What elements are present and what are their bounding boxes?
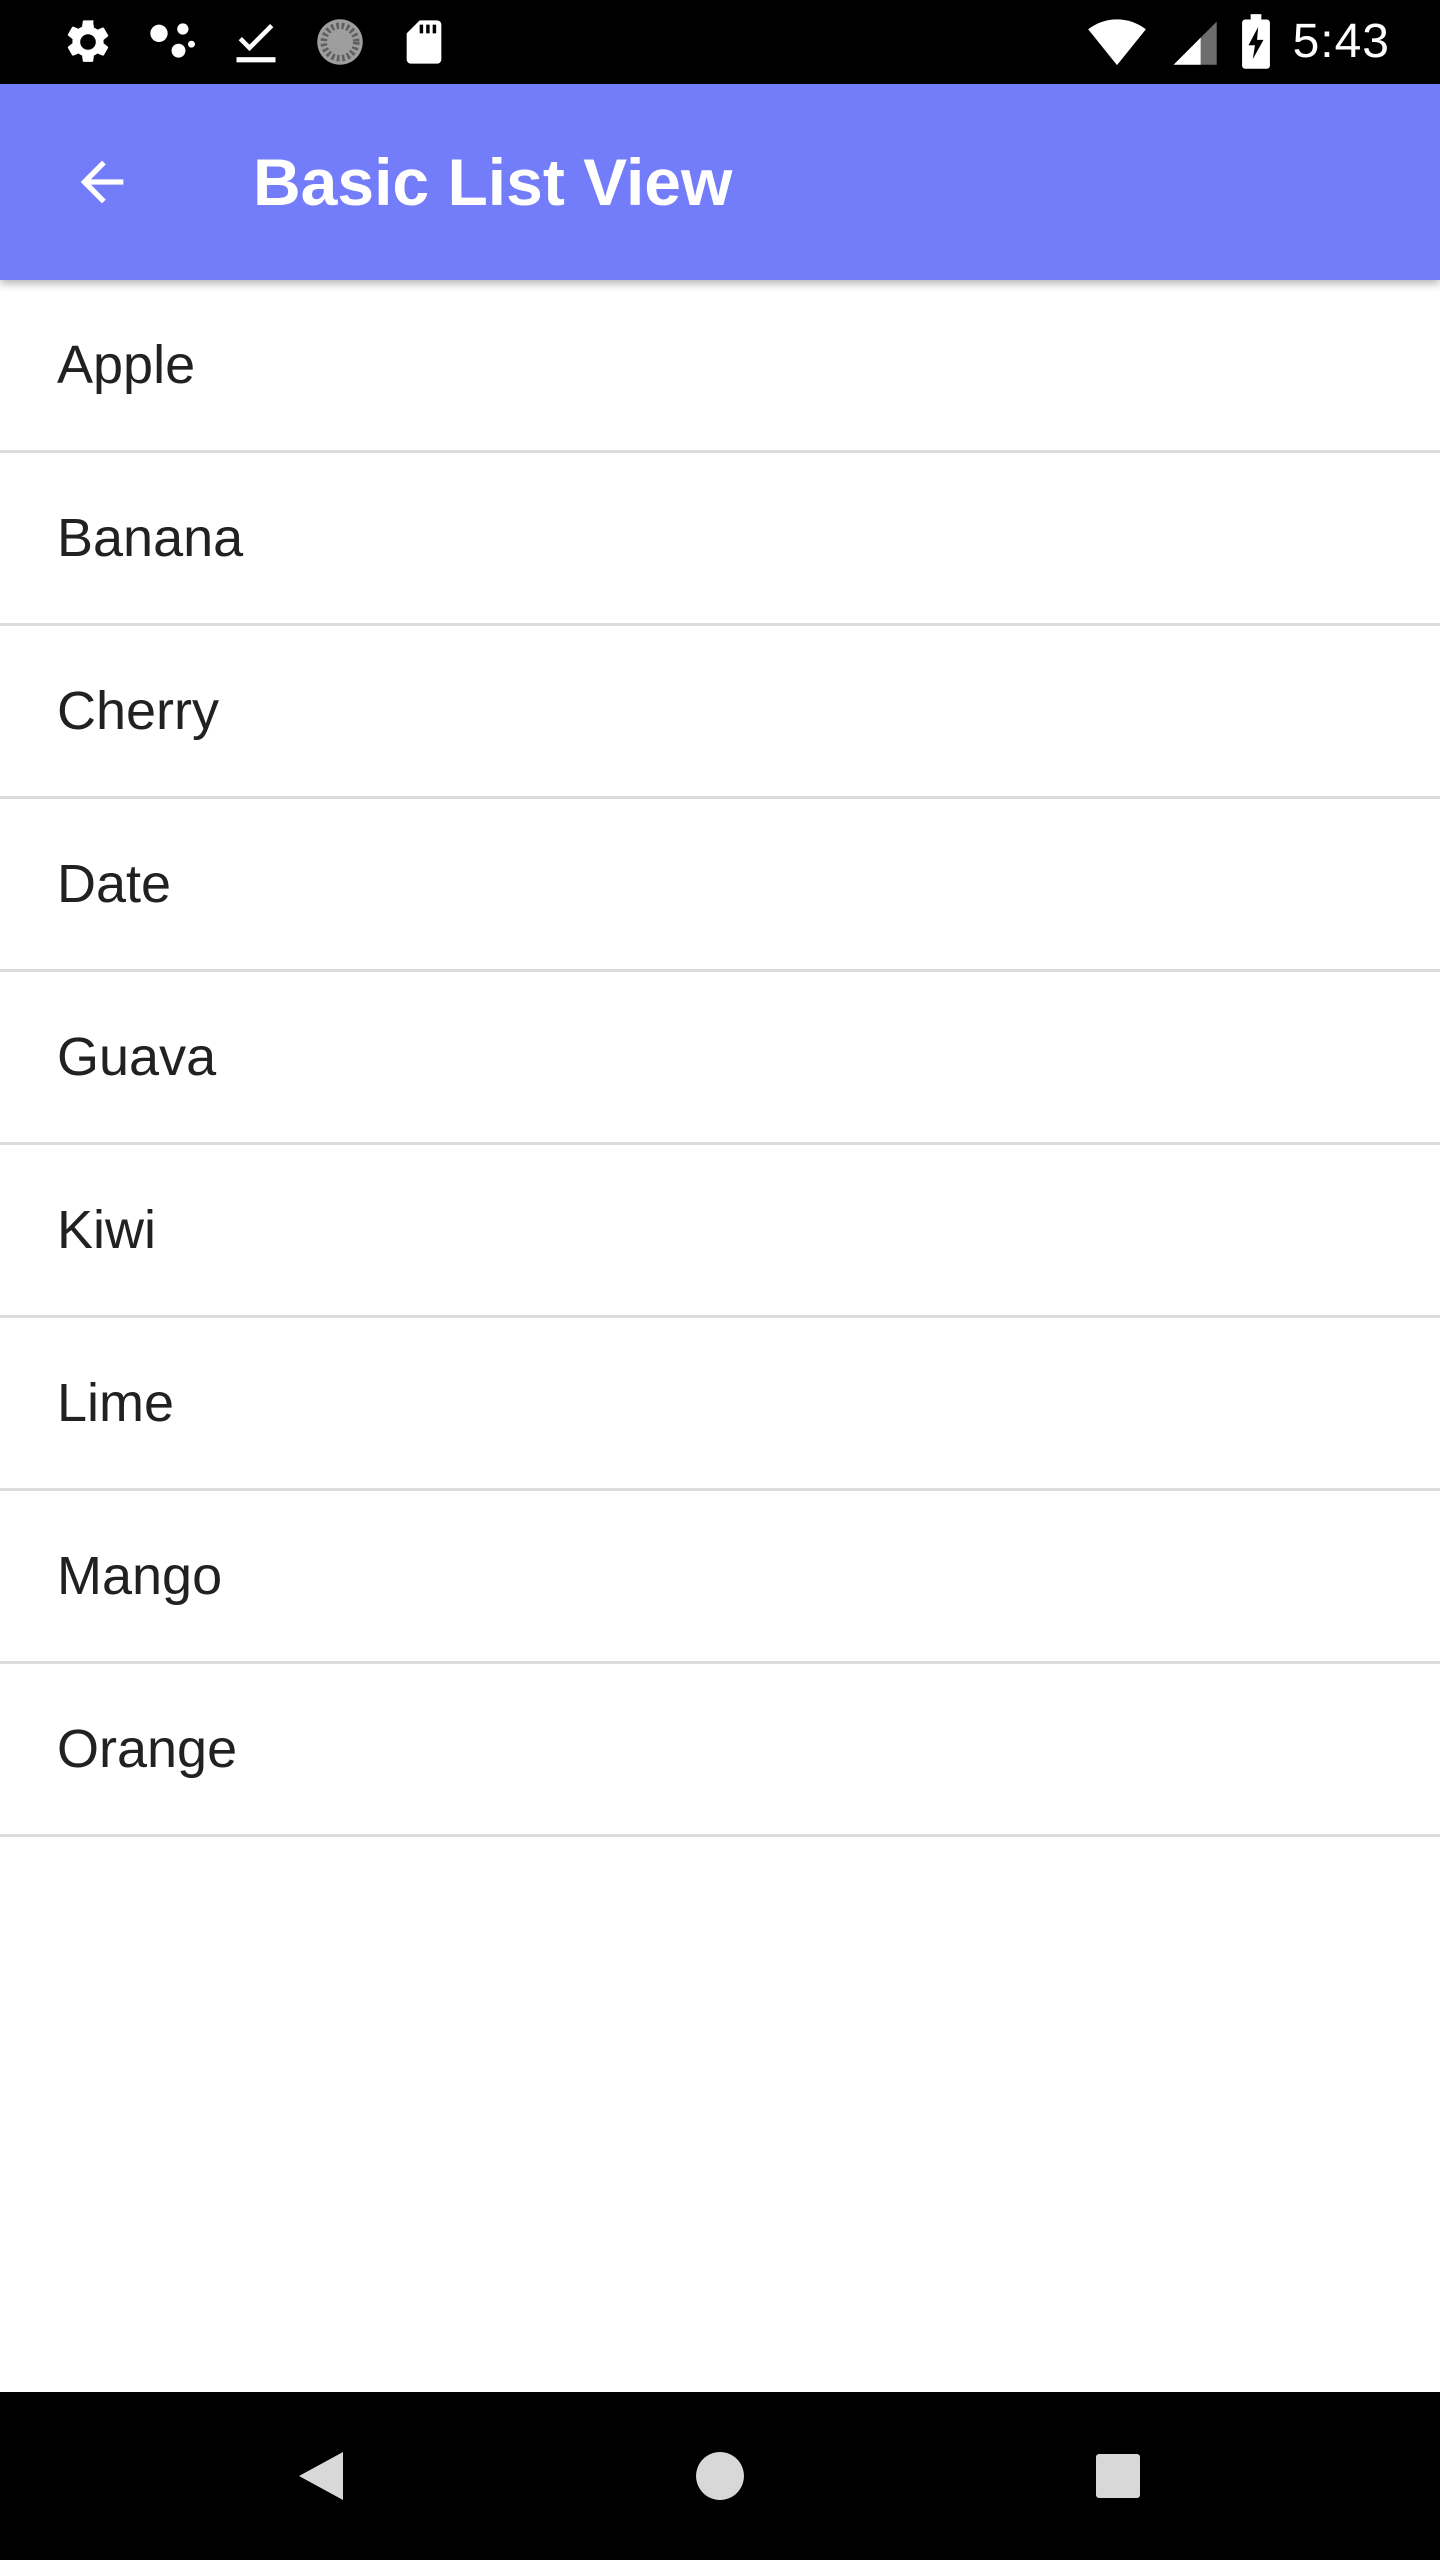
status-bar: 5:43 [0, 0, 1440, 84]
download-done-icon [230, 16, 282, 68]
list-item-label: Guava [57, 1027, 217, 1087]
nav-back-icon [299, 2452, 343, 2500]
battery-charging-icon [1241, 14, 1271, 70]
wifi-icon [1087, 14, 1147, 70]
list-item-label: Kiwi [57, 1200, 157, 1260]
nav-back-button[interactable] [268, 2424, 372, 2528]
app-bar: Basic List View [0, 84, 1440, 280]
list-item[interactable]: Guava [0, 972, 1440, 1145]
sd-card-icon [398, 16, 450, 68]
list-item-label: Cherry [57, 681, 220, 741]
list-item-label: Orange [57, 1719, 238, 1779]
list-item[interactable]: Banana [0, 453, 1440, 626]
list-item-label: Lime [57, 1373, 175, 1433]
sync-progress-icon [314, 16, 366, 68]
page-title: Basic List View [253, 145, 733, 219]
list-item[interactable]: Mango [0, 1491, 1440, 1664]
list-item[interactable]: Apple [0, 280, 1440, 453]
list-item[interactable]: Kiwi [0, 1145, 1440, 1318]
list-item[interactable]: Orange [0, 1664, 1440, 1837]
nav-recents-icon [1096, 2454, 1140, 2498]
list-item-label: Date [57, 854, 172, 914]
list-item[interactable]: Lime [0, 1318, 1440, 1491]
assistant-dots-icon [146, 16, 198, 68]
screen: 5:43 Basic List View Apple Banana Cherry… [0, 0, 1440, 2560]
status-left-icons [62, 16, 482, 68]
navigation-bar [0, 2392, 1440, 2560]
back-button[interactable] [54, 134, 150, 230]
clock: 5:43 [1292, 15, 1390, 68]
arrow-back-icon [80, 160, 124, 204]
list-item-label: Apple [57, 335, 196, 395]
status-right-icons: 5:43 [1087, 14, 1390, 70]
fruit-list: Apple Banana Cherry Date Guava Kiwi Lime… [0, 280, 1440, 1837]
list-item-label: Banana [57, 508, 244, 568]
nav-recents-button[interactable] [1066, 2424, 1170, 2528]
nav-home-icon [696, 2452, 744, 2500]
nav-home-button[interactable] [668, 2424, 772, 2528]
cell-signal-icon [1169, 14, 1219, 70]
list-item-label: Mango [57, 1546, 223, 1606]
settings-icon [62, 16, 114, 68]
list-item[interactable]: Cherry [0, 626, 1440, 799]
list-item[interactable]: Date [0, 799, 1440, 972]
